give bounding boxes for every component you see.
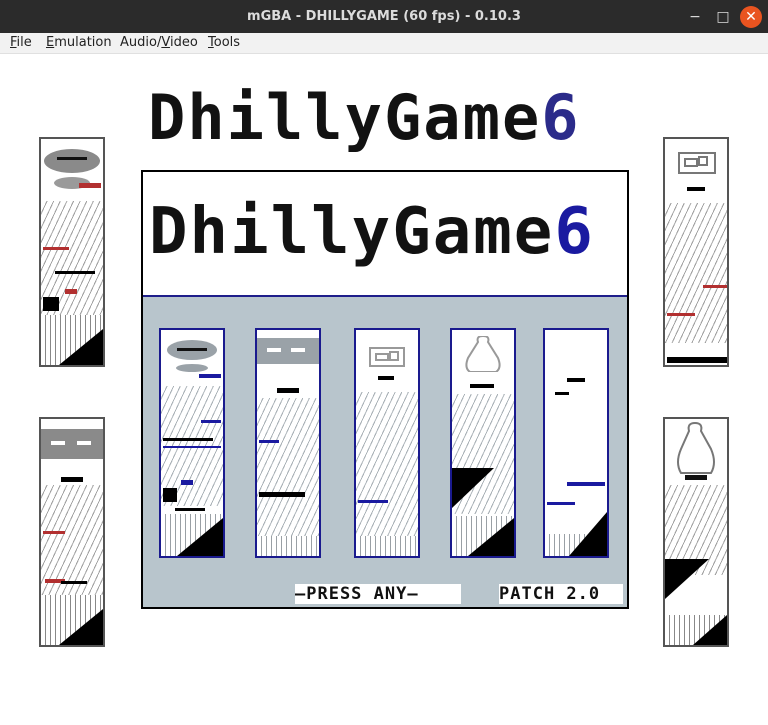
menu-audio-video[interactable]: Audio/Video (120, 35, 198, 50)
menu-file[interactable]: File (10, 35, 32, 50)
side-card-left-top (39, 137, 105, 367)
character-card-3 (354, 328, 420, 558)
menu-emulation-rest: mulation (54, 35, 112, 50)
robot-icon (369, 347, 405, 367)
logo-main-word: DhillyGame (149, 195, 555, 269)
side-card-left-bottom (39, 417, 105, 647)
press-any-label: –PRESS ANY– (295, 584, 461, 604)
close-icon[interactable]: ✕ (740, 6, 762, 28)
menu-bar: File Emulation Audio/Video Tools (0, 33, 768, 54)
jar-icon (677, 421, 715, 480)
window-titlebar: mGBA - DHILLYGAME (60 fps) - 0.10.3 − □ … (0, 0, 768, 33)
robot-icon (678, 152, 716, 174)
character-card-5 (543, 328, 609, 558)
logo-number: 6 (541, 81, 581, 154)
character-card-2 (255, 328, 321, 558)
menu-tools[interactable]: Tools (208, 35, 240, 50)
menu-audio-video-rest: ideo (169, 35, 198, 50)
side-card-right-bottom (663, 417, 729, 647)
menu-file-rest: ile (16, 35, 32, 50)
title-screen-panel: DhillyGame6 –PRESS ANY– PATCH 2.0 (141, 170, 629, 609)
logo-word: DhillyGame (148, 81, 542, 154)
maximize-icon[interactable]: □ (712, 6, 734, 28)
menu-emulation-accel: E (46, 35, 55, 50)
menu-audio-video-accel: V (161, 35, 170, 50)
menu-audio-video-pre: Audio/ (120, 35, 162, 50)
character-card-4 (450, 328, 516, 558)
lips-icon (167, 340, 217, 372)
patch-label: PATCH 2.0 (499, 584, 623, 604)
minimize-icon[interactable]: − (684, 6, 706, 28)
title-header: DhillyGame6 (143, 172, 627, 297)
lips-icon (44, 149, 101, 189)
logo-main-number: 6 (554, 195, 595, 269)
window-title: mGBA - DHILLYGAME (60 fps) - 0.10.3 (247, 9, 521, 24)
jar-icon (465, 336, 501, 372)
side-card-right-top (663, 137, 729, 367)
character-card-1 (159, 328, 225, 558)
menu-tools-rest: ools (213, 35, 241, 50)
game-logo-top: DhillyGame6 (148, 78, 581, 158)
menu-emulation[interactable]: Emulation (46, 35, 112, 50)
game-logo-main: DhillyGame6 (149, 192, 595, 272)
